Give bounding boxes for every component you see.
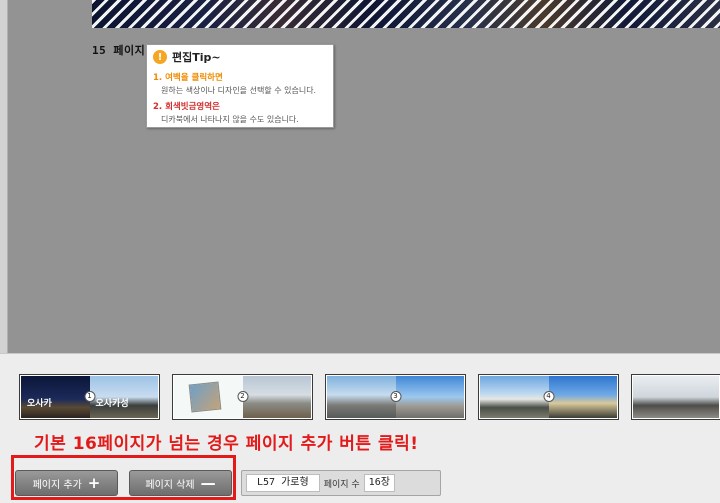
thumbnail-photo-left	[633, 376, 719, 418]
tip-header: ! 편집Tip~	[153, 49, 327, 65]
thumbnail-photo-left: 오사카	[21, 376, 90, 418]
add-page-button[interactable]: 페이지 추가 +	[15, 470, 118, 496]
thumbnail-polaroid	[188, 381, 222, 413]
tip-item1-desc: 원하는 색상이나 디자인을 선택할 수 있습니다.	[161, 86, 317, 95]
thumbnail-photo-right	[242, 376, 311, 418]
edit-tip-popup: ! 편집Tip~ 1. 여백을 클릭하면 원하는 색상이나 디자인을 선택할 수…	[146, 44, 334, 128]
thumbnail-number-badge: 1	[84, 391, 95, 402]
book-info-box: L57 가로형 페이지 수 16장	[241, 470, 441, 496]
thumbnail-number-badge: 3	[390, 391, 401, 402]
thumbnail-text-left: 오사카	[27, 399, 52, 409]
page-count-value: 16장	[363, 474, 395, 492]
thumbnail-photo-right	[548, 376, 617, 418]
thumbnail-photo-left	[327, 376, 396, 418]
instruction-caption: 기본 16페이지가 넘는 경우 페이지 추가 버튼 클릭!	[34, 434, 419, 454]
left-scroll-edge	[0, 0, 8, 353]
delete-page-button[interactable]: 페이지 삭제 —	[129, 470, 232, 496]
thumbnail-number-badge: 4	[543, 391, 554, 402]
delete-page-label: 페이지 삭제	[145, 479, 195, 491]
minus-icon: —	[200, 473, 216, 492]
thumbnail-text-right: 오사카성	[95, 399, 129, 409]
tip-item2-desc: 디카북에서 나타나지 않을 수도 있습니다.	[161, 115, 299, 124]
page-number-label: 15 페이지	[92, 44, 146, 57]
page-thumbnail[interactable]: 3	[325, 374, 466, 420]
page-thumbnail[interactable]: 2	[172, 374, 313, 420]
thumbnail-photo-left	[174, 376, 243, 418]
add-page-label: 페이지 추가	[32, 479, 82, 491]
photo-frame-gray-hatched[interactable]	[92, 0, 720, 28]
thumbnail-number-badge: 2	[237, 391, 248, 402]
page-thumbnail[interactable]: 4	[478, 374, 619, 420]
tip-item2-title: 2. 회색빗금영역은	[153, 102, 220, 112]
tip-info-icon: !	[153, 50, 167, 64]
tip-item1-title: 1. 여백을 클릭하면	[153, 73, 223, 83]
thumbnail-photo-right: 오사카성	[89, 376, 158, 418]
thumbnail-photo-right	[395, 376, 464, 418]
page-thumbnail[interactable]	[631, 374, 720, 420]
book-type-field: L57 가로형	[246, 474, 320, 492]
plus-icon: +	[87, 473, 101, 492]
page-count-label: 페이지 수	[323, 479, 360, 490]
tip-title: 편집Tip~	[172, 51, 221, 64]
thumbnail-photo-left	[480, 376, 549, 418]
page-thumbnail[interactable]: 오사카 오사카성 1	[19, 374, 160, 420]
